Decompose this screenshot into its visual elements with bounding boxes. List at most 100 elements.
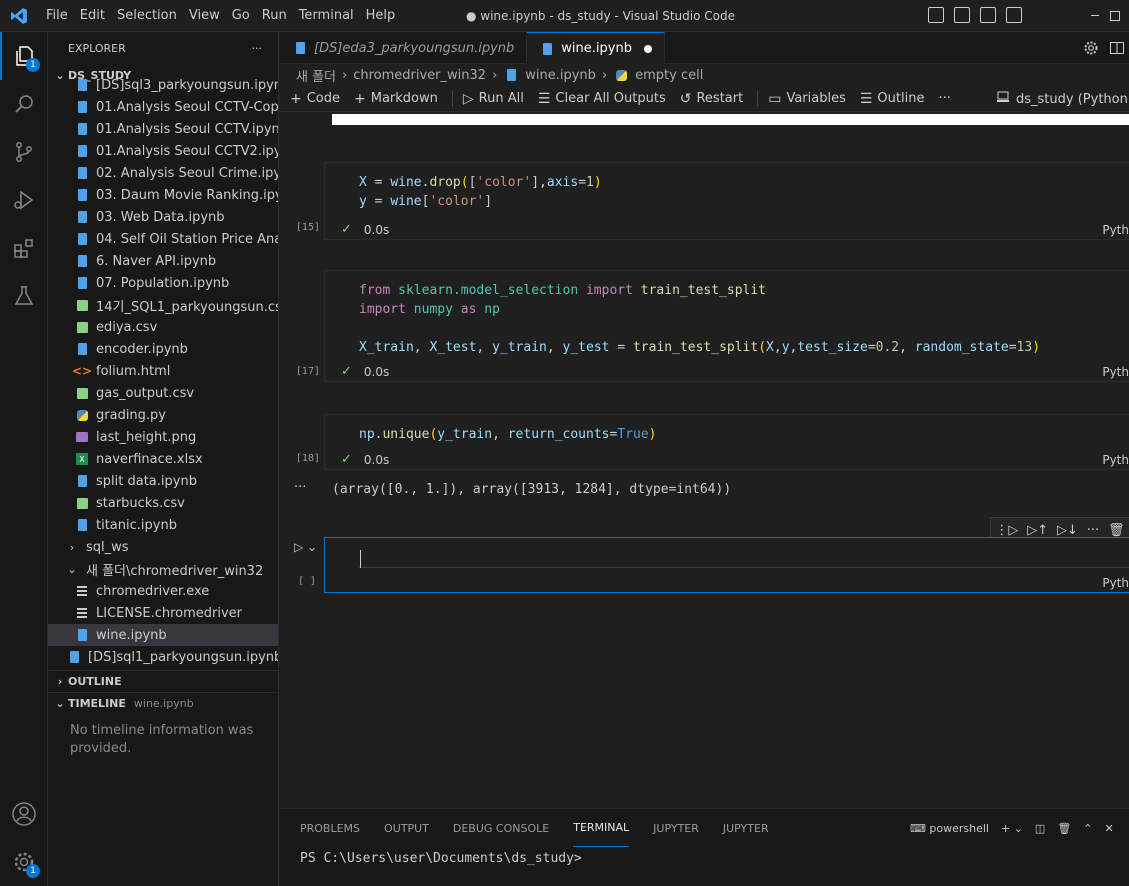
terminal-prompt[interactable]: PS C:\Users\user\Documents\ds_study>	[280, 847, 1129, 871]
file-item[interactable]: ediya.csv	[48, 316, 278, 338]
source-control-icon[interactable]	[0, 128, 48, 176]
terminal-shell[interactable]: ⌨ powershell	[910, 822, 989, 835]
toolbar-more-button[interactable]: ···	[938, 91, 950, 106]
extensions-icon[interactable]	[0, 224, 48, 272]
menu-run[interactable]: Run	[256, 0, 293, 32]
file-item[interactable]: last_height.png	[48, 426, 278, 448]
file-item[interactable]: 04. Self Oil Station Price Analys...	[48, 228, 278, 250]
empty-code-cell[interactable]: Pyth	[324, 537, 1129, 593]
file-item[interactable]: 03. Web Data.ipynb	[48, 206, 278, 228]
maximize-panel-icon[interactable]: ⌃	[1083, 822, 1092, 835]
cell-code[interactable]: X = wine.drop(['color'],axis=1) y = wine…	[325, 163, 1129, 211]
tab-jupyter-2[interactable]: JUPYTER	[723, 809, 769, 847]
folder-item[interactable]: ⌄ 새 폴더\chromedriver_win32	[48, 558, 278, 580]
code-cell[interactable]: X = wine.drop(['color'],axis=1) y = wine…	[324, 162, 1129, 240]
file-item[interactable]: 01.Analysis Seoul CCTV-Copy1....	[48, 96, 278, 118]
file-item[interactable]: grading.py	[48, 404, 278, 426]
file-item[interactable]: 6. Naver API.ipynb	[48, 250, 278, 272]
account-icon[interactable]	[0, 790, 48, 838]
cell-language[interactable]: Pyth	[1102, 365, 1129, 379]
file-item[interactable]: starbucks.csv	[48, 492, 278, 514]
explorer-icon[interactable]: 1	[0, 32, 48, 80]
folder-item[interactable]: › sql_ws	[48, 536, 278, 558]
file-item[interactable]: Xnaverfinace.xlsx	[48, 448, 278, 470]
file-item-selected[interactable]: wine.ipynb	[48, 624, 278, 646]
file-item[interactable]: [DS]sql1_parkyoungsun.ipynb	[48, 646, 278, 668]
split-editor-icon[interactable]	[1109, 40, 1125, 56]
tab-wine[interactable]: wine.ipynb	[527, 32, 665, 64]
breadcrumb-item[interactable]: wine.ipynb	[525, 68, 596, 83]
toggle-panel-icon[interactable]	[954, 7, 970, 23]
menu-help[interactable]: Help	[360, 0, 402, 32]
cell-more-icon[interactable]: ···	[1087, 523, 1099, 538]
file-item[interactable]: encoder.ipynb	[48, 338, 278, 360]
add-code-button[interactable]: + Code	[290, 91, 340, 107]
menu-edit[interactable]: Edit	[74, 0, 111, 32]
menu-terminal[interactable]: Terminal	[293, 0, 360, 32]
file-item[interactable]: gas_output.csv	[48, 382, 278, 404]
testing-icon[interactable]	[0, 272, 48, 320]
file-item[interactable]: 01.Analysis Seoul CCTV.ipynb	[48, 118, 278, 140]
tab-jupyter[interactable]: JUPYTER	[653, 809, 699, 847]
run-debug-icon[interactable]	[0, 176, 48, 224]
timeline-section[interactable]: ⌄ TIMELINE wine.ipynb	[48, 692, 278, 714]
breadcrumb-item[interactable]: chromedriver_win32	[353, 68, 486, 83]
search-icon[interactable]	[0, 80, 48, 128]
cell-language[interactable]: Pyth	[1102, 223, 1129, 237]
new-terminal-icon[interactable]: + ⌄	[1001, 822, 1023, 835]
add-markdown-button[interactable]: + Markdown	[354, 91, 438, 107]
cell-code[interactable]: from sklearn.model_selection import trai…	[325, 271, 1129, 357]
outline-section[interactable]: › OUTLINE	[48, 670, 278, 692]
cell-code[interactable]: np.unique(y_train, return_counts=True)	[325, 415, 1129, 444]
execute-below-icon[interactable]: ▷↓	[1057, 523, 1078, 538]
toggle-secondary-sidebar-icon[interactable]	[980, 7, 996, 23]
breadcrumb-item[interactable]: 새 폴더	[296, 66, 336, 85]
tab-terminal[interactable]: TERMINAL	[573, 809, 630, 847]
close-panel-icon[interactable]: ✕	[1105, 822, 1114, 835]
cell-language[interactable]: Pyth	[1102, 576, 1129, 590]
menu-file[interactable]: File	[40, 0, 74, 32]
delete-cell-icon[interactable]: 🗑	[1108, 523, 1125, 538]
variables-button[interactable]: ▭ Variables	[768, 91, 846, 107]
file-item[interactable]: titanic.ipynb	[48, 514, 278, 536]
file-item[interactable]: 07. Population.ipynb	[48, 272, 278, 294]
tab-output[interactable]: OUTPUT	[384, 809, 429, 847]
tab-debug-console[interactable]: DEBUG CONSOLE	[453, 809, 549, 847]
tab-problems[interactable]: PROBLEMS	[300, 809, 360, 847]
customize-layout-icon[interactable]	[1006, 7, 1022, 23]
file-item[interactable]: 01.Analysis Seoul CCTV2.ipynb	[48, 140, 278, 162]
explorer-more-icon[interactable]: ···	[252, 42, 263, 55]
run-by-line-icon[interactable]: ⋮▷	[995, 523, 1018, 538]
restart-button[interactable]: ↺ Restart	[680, 91, 743, 107]
file-item[interactable]: split data.ipynb	[48, 470, 278, 492]
toggle-primary-sidebar-icon[interactable]	[928, 7, 944, 23]
file-item[interactable]: 03. Daum Movie Ranking.ipynb	[48, 184, 278, 206]
run-cell-icon[interactable]: ▷ ⌄	[294, 540, 317, 554]
file-item[interactable]: chromedriver.exe	[48, 580, 278, 602]
code-cell[interactable]: from sklearn.model_selection import trai…	[324, 270, 1129, 382]
settings-gear-icon[interactable]	[1083, 40, 1099, 56]
file-item[interactable]: <> folium.html	[48, 360, 278, 382]
outline-button[interactable]: ☰ Outline	[860, 91, 925, 107]
manage-gear-icon[interactable]: 1	[0, 838, 48, 886]
menu-go[interactable]: Go	[226, 0, 256, 32]
kernel-picker[interactable]: ds_study (Python 3.8	[996, 86, 1129, 112]
clear-outputs-button[interactable]: ☰ Clear All Outputs	[538, 91, 666, 107]
cell-editor-input[interactable]	[359, 548, 1129, 568]
file-item[interactable]: [DS]sql3_parkyoungsun.ipynb	[48, 74, 278, 96]
maximize-icon[interactable]	[1100, 0, 1129, 32]
unsaved-dot-icon[interactable]	[643, 44, 652, 53]
kill-terminal-icon[interactable]: 🗑	[1057, 822, 1071, 835]
tab-eda3[interactable]: [DS]eda3_parkyoungsun.ipynb	[280, 32, 528, 64]
menu-selection[interactable]: Selection	[111, 0, 183, 32]
cell-language[interactable]: Pyth	[1102, 453, 1129, 467]
breadcrumb-item[interactable]: empty cell	[635, 68, 703, 83]
output-more-icon[interactable]: ···	[294, 480, 306, 495]
code-cell[interactable]: np.unique(y_train, return_counts=True) ✓…	[324, 414, 1129, 470]
file-item[interactable]: 14기_SQL1_parkyoungsun.csv.c...	[48, 294, 278, 316]
file-item[interactable]: LICENSE.chromedriver	[48, 602, 278, 624]
split-terminal-icon[interactable]: ◫	[1035, 822, 1045, 835]
file-item[interactable]: 02. Analysis Seoul Crime.ipynb	[48, 162, 278, 184]
execute-above-icon[interactable]: ▷↑	[1027, 523, 1048, 538]
menu-view[interactable]: View	[183, 0, 226, 32]
